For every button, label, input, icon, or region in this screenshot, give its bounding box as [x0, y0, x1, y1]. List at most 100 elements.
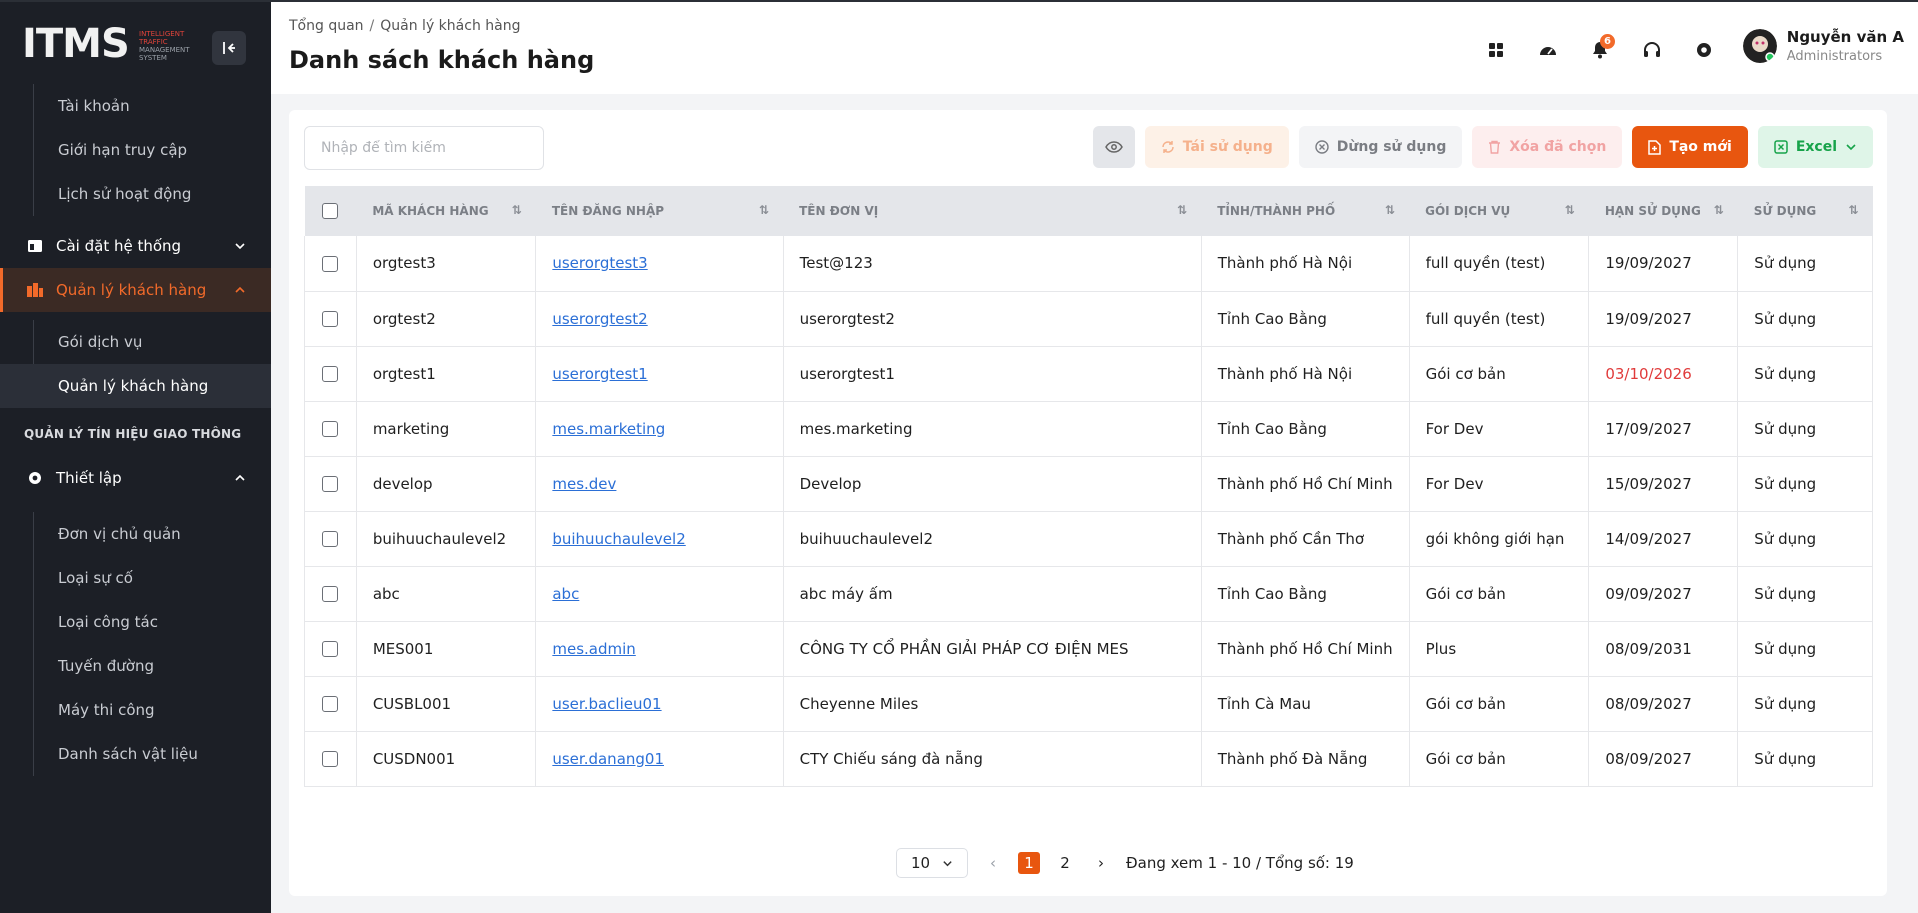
- header-actions: 6: [1478, 32, 1722, 68]
- dashboard-button[interactable]: [1530, 32, 1566, 68]
- table-row[interactable]: marketing mes.marketing mes.marketing Tỉnh …: [304, 401, 1873, 457]
- support-button[interactable]: [1634, 32, 1670, 68]
- settings-panel-icon: [26, 237, 44, 255]
- breadcrumb-home[interactable]: Tổng quan: [289, 18, 364, 34]
- unit-name-cell: mes.marketing: [783, 401, 1202, 457]
- sidebar-item-managing-unit[interactable]: Đơn vị chủ quản: [0, 512, 271, 556]
- username-link[interactable]: user.baclieu01: [552, 695, 661, 713]
- sort-icon[interactable]: ⇅: [512, 203, 522, 217]
- sidebar-item-route[interactable]: Tuyến đường: [0, 644, 271, 688]
- settings-button[interactable]: [1686, 32, 1722, 68]
- row-select-cell: [304, 291, 357, 347]
- sort-icon[interactable]: ⇅: [1848, 203, 1858, 217]
- create-new-button[interactable]: Tạo mới: [1632, 126, 1748, 168]
- unit-name-cell: userorgtest1: [783, 346, 1202, 402]
- column-header-plan[interactable]: GÓI DỊCH VỤ ⇅: [1409, 186, 1589, 236]
- delete-selected-button[interactable]: Xóa đã chọn: [1472, 126, 1623, 168]
- username-cell: userorgtest2: [535, 291, 784, 347]
- next-page-button[interactable]: ›: [1090, 852, 1112, 874]
- column-header-status[interactable]: SỬ DỤNG ⇅: [1738, 186, 1873, 236]
- excel-export-button[interactable]: Excel: [1757, 126, 1873, 168]
- username-link[interactable]: userorgtest2: [552, 310, 647, 328]
- building-icon: [26, 281, 44, 299]
- logo-area: ITMS INTELLIGENT TRAFFIC MANAGEMENT SYST…: [0, 2, 271, 90]
- notifications-button[interactable]: 6: [1582, 32, 1618, 68]
- sort-icon[interactable]: ⇅: [759, 203, 769, 217]
- row-select-cell: [304, 676, 357, 732]
- username-link[interactable]: abc: [552, 585, 579, 603]
- row-checkbox[interactable]: [322, 311, 339, 327]
- reuse-button[interactable]: Tái sử dụng: [1144, 126, 1289, 168]
- table-row[interactable]: buihuuchaulevel2 buihuuchaulevel2 buihuuch…: [304, 511, 1873, 567]
- sidebar-group-customer-management[interactable]: Quản lý khách hàng: [0, 268, 271, 312]
- username-link[interactable]: userorgtest1: [552, 365, 647, 383]
- column-header-code[interactable]: MÃ KHÁCH HÀNG ⇅: [356, 186, 536, 236]
- username-cell: user.baclieu01: [535, 676, 784, 732]
- row-checkbox[interactable]: [322, 586, 339, 602]
- table-row[interactable]: CUSBL001 user.baclieu01 Cheyenne Miles Tỉnh…: [304, 676, 1873, 732]
- column-header-expiry[interactable]: HẠN SỬ DỤNG ⇅: [1589, 186, 1738, 236]
- column-header-province[interactable]: TỈNH/THÀNH PHỐ ⇅: [1201, 186, 1409, 236]
- table-row[interactable]: CUSDN001 user.danang01 CTY Chiếu sáng đà n…: [304, 731, 1873, 787]
- apps-button[interactable]: [1478, 32, 1514, 68]
- row-checkbox[interactable]: [322, 696, 339, 712]
- row-checkbox[interactable]: [322, 366, 339, 382]
- view-button[interactable]: [1092, 126, 1135, 168]
- table-row[interactable]: orgtest3 userorgtest3 Test@123 Thành phố Hà…: [304, 236, 1873, 292]
- sidebar-item-service-package[interactable]: Gói dịch vụ: [0, 320, 271, 364]
- page-size-select[interactable]: 10: [896, 848, 968, 878]
- prev-page-button[interactable]: ‹: [982, 852, 1004, 874]
- sidebar-group-system-settings[interactable]: Cài đặt hệ thống: [0, 224, 271, 268]
- plan-cell: Gói cơ bản: [1409, 346, 1590, 402]
- sidebar-group-setup[interactable]: Thiết lập: [0, 456, 271, 500]
- sidebar-item-access-limit[interactable]: Giới hạn truy cập: [0, 128, 271, 172]
- pagination: 10 ‹ 1 2 › Đang xem 1 - 10 / Tổng số: 19: [896, 848, 1354, 878]
- sidebar-item-material-list[interactable]: Danh sách vật liệu: [0, 732, 271, 776]
- select-all-checkbox[interactable]: [322, 203, 339, 219]
- stop-using-button[interactable]: Dừng sử dụng: [1298, 126, 1463, 168]
- row-checkbox[interactable]: [322, 751, 339, 767]
- username-link[interactable]: mes.admin: [552, 640, 635, 658]
- page-2-button[interactable]: 2: [1054, 852, 1076, 874]
- row-checkbox[interactable]: [322, 476, 339, 492]
- sidebar-item-machine[interactable]: Máy thi công: [0, 688, 271, 732]
- row-checkbox[interactable]: [322, 421, 339, 437]
- sort-icon[interactable]: ⇅: [1565, 203, 1575, 217]
- username-link[interactable]: buihuuchaulevel2: [552, 530, 685, 548]
- username-link[interactable]: mes.marketing: [552, 420, 665, 438]
- page-1-button[interactable]: 1: [1018, 852, 1040, 874]
- gear-icon: [1697, 43, 1711, 57]
- table-row[interactable]: MES001 mes.admin CÔNG TY CỔ PHẦN GIẢI PHÁP…: [304, 621, 1873, 677]
- username-link[interactable]: userorgtest3: [552, 254, 647, 272]
- table-row[interactable]: abc abc abc máy ấm Tỉnh Cao Bằng Gói cơ bản 0…: [304, 566, 1873, 622]
- row-checkbox[interactable]: [322, 255, 339, 272]
- sidebar-item-activity-log[interactable]: Lịch sử hoạt động: [0, 172, 271, 216]
- sidebar-item-account[interactable]: Tài khoản: [0, 84, 271, 128]
- row-checkbox[interactable]: [322, 531, 339, 547]
- collapse-sidebar-button[interactable]: [212, 31, 246, 65]
- sidebar-section-traffic-signal: QUẢN LÝ TÍN HIỆU GIAO THÔNG: [24, 427, 242, 441]
- sidebar-item-customer-management[interactable]: Quản lý khách hàng: [0, 364, 271, 408]
- sort-icon[interactable]: ⇅: [1714, 203, 1724, 217]
- status-cell: Sử dụng: [1737, 401, 1873, 457]
- column-header-username[interactable]: TÊN ĐĂNG NHẬP ⇅: [536, 186, 783, 236]
- user-menu[interactable]: Nguyễn văn A Administrators: [1742, 28, 1904, 64]
- setup-subnav: Đơn vị chủ quản Loại sự cố Loại công tác…: [0, 512, 271, 776]
- sort-icon[interactable]: ⇅: [1385, 203, 1395, 217]
- column-header-unit[interactable]: TÊN ĐƠN VỊ ⇅: [783, 186, 1201, 236]
- username-cell: user.danang01: [535, 731, 784, 787]
- table-row[interactable]: orgtest1 userorgtest1 userorgtest1 Thành ph…: [304, 346, 1873, 402]
- username-cell: buihuuchaulevel2: [535, 511, 784, 567]
- table-row[interactable]: orgtest2 userorgtest2 userorgtest2 Tỉnh Cao…: [304, 291, 1873, 347]
- table-row[interactable]: develop mes.dev Develop Thành phố Hồ Chí Mi…: [304, 456, 1873, 512]
- sidebar-item-work-type[interactable]: Loại công tác: [0, 600, 271, 644]
- status-cell: Sử dụng: [1737, 676, 1873, 732]
- stop-using-label: Dừng sử dụng: [1336, 139, 1447, 155]
- province-cell: Thành phố Hà Nội: [1201, 346, 1410, 402]
- sidebar-item-incident-type[interactable]: Loại sự cố: [0, 556, 271, 600]
- username-link[interactable]: user.danang01: [552, 750, 664, 768]
- search-input[interactable]: [304, 126, 544, 170]
- row-checkbox[interactable]: [322, 641, 339, 657]
- username-link[interactable]: mes.dev: [552, 475, 616, 493]
- sort-icon[interactable]: ⇅: [1177, 203, 1187, 217]
